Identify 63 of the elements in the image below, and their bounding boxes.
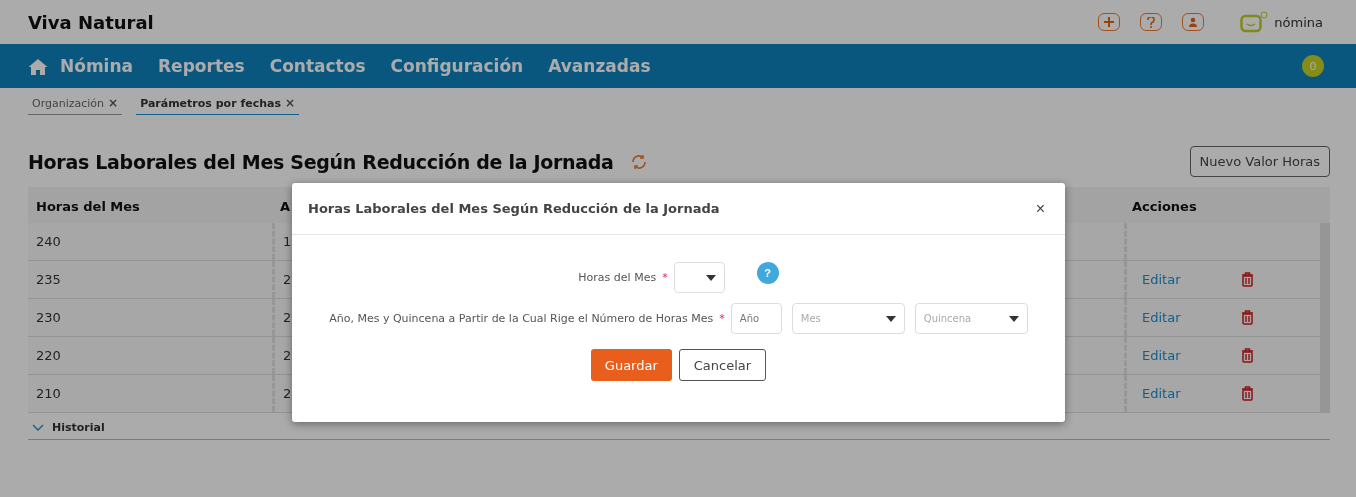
table-cell: 220: [36, 348, 61, 363]
table-cell: 210: [36, 386, 61, 401]
breadcrumb-tab[interactable]: Parámetros por fechas ×: [136, 94, 300, 115]
select-field[interactable]: Mes: [791, 303, 905, 334]
help-button[interactable]: ?: [756, 262, 779, 284]
page-title: Horas Laborales del Mes Según Reducción de la Jornada: [28, 150, 614, 173]
nav-item[interactable]: Nómina: [28, 56, 134, 76]
edit-link[interactable]: Editar: [1142, 386, 1181, 401]
caret-icon: [885, 315, 896, 322]
table-cell: 2: [283, 386, 292, 401]
table-cell: 2: [283, 348, 292, 363]
help-icon: [1147, 16, 1156, 28]
modal-title: Horas Laborales del Mes Según Reducción de la Jornada: [308, 201, 720, 216]
input-field[interactable]: Año: [730, 303, 782, 334]
field-label: Año, Mes y Quincena a Partir de la Cual Rige el Número de Horas Mes: [329, 312, 714, 325]
chevron-down-icon[interactable]: [32, 424, 44, 431]
plus-button[interactable]: [1098, 13, 1121, 31]
column-header: Horas del Mes: [36, 198, 140, 214]
history-toggle[interactable]: Historial: [52, 421, 105, 434]
nav-item[interactable]: Avanzadas: [548, 56, 651, 76]
close-button[interactable]: ×: [1031, 199, 1049, 218]
edit-link[interactable]: Editar: [1142, 348, 1181, 363]
table-cell: 230: [36, 310, 61, 325]
trash-icon[interactable]: [1240, 272, 1254, 287]
refresh-icon[interactable]: [629, 152, 648, 171]
table-cell: 240: [36, 234, 61, 249]
required-mark: *: [719, 312, 725, 325]
table-cell: 2: [283, 310, 292, 325]
nav-item[interactable]: Configuración: [390, 56, 524, 76]
table-cell: 2: [283, 272, 292, 287]
close-icon[interactable]: ×: [108, 96, 119, 110]
tab-label[interactable]: Organización: [32, 96, 105, 110]
select-field[interactable]: [673, 262, 725, 293]
user-icon: [1188, 17, 1199, 27]
help-button[interactable]: [1140, 13, 1163, 31]
required-mark: *: [662, 271, 668, 284]
table-cell: 1: [283, 234, 292, 249]
new-value-button[interactable]: Nuevo Valor Horas: [1189, 146, 1330, 177]
nav-item[interactable]: Contactos: [269, 56, 366, 76]
user-button[interactable]: [1182, 13, 1205, 31]
close-icon[interactable]: ×: [284, 96, 296, 110]
edit-link[interactable]: Editar: [1142, 272, 1181, 287]
cancel-button[interactable]: Cancelar: [678, 349, 767, 381]
breadcrumb-tab[interactable]: Organización ×: [28, 94, 123, 115]
trash-icon[interactable]: [1240, 310, 1254, 325]
trash-icon[interactable]: [1240, 386, 1254, 401]
tab-label[interactable]: Parámetros por fechas: [140, 96, 281, 110]
caret-icon: [1008, 315, 1019, 322]
save-button[interactable]: Guardar: [590, 349, 672, 381]
nav-item[interactable]: Reportes: [158, 56, 245, 76]
edit-link[interactable]: Editar: [1142, 310, 1181, 325]
caret-icon: [705, 274, 716, 281]
table-cell: 235: [36, 272, 61, 287]
home-icon: [28, 57, 48, 75]
column-header: A: [280, 198, 291, 214]
column-header: Acciones: [1132, 198, 1197, 214]
field-label: Horas del Mes: [578, 271, 657, 284]
app-title: Viva Natural: [28, 11, 154, 33]
brand-name: nómina: [1274, 14, 1323, 30]
trash-icon[interactable]: [1240, 348, 1254, 363]
logo-icon: [1240, 11, 1269, 33]
select-field[interactable]: Quincena: [914, 303, 1028, 334]
plus-icon: [1103, 16, 1116, 28]
